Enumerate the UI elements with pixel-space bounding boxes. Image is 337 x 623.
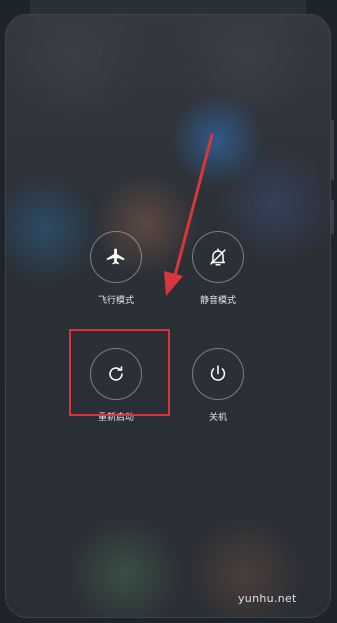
watermark: yunhu.net <box>238 592 297 605</box>
annotation-arrow <box>164 133 214 296</box>
